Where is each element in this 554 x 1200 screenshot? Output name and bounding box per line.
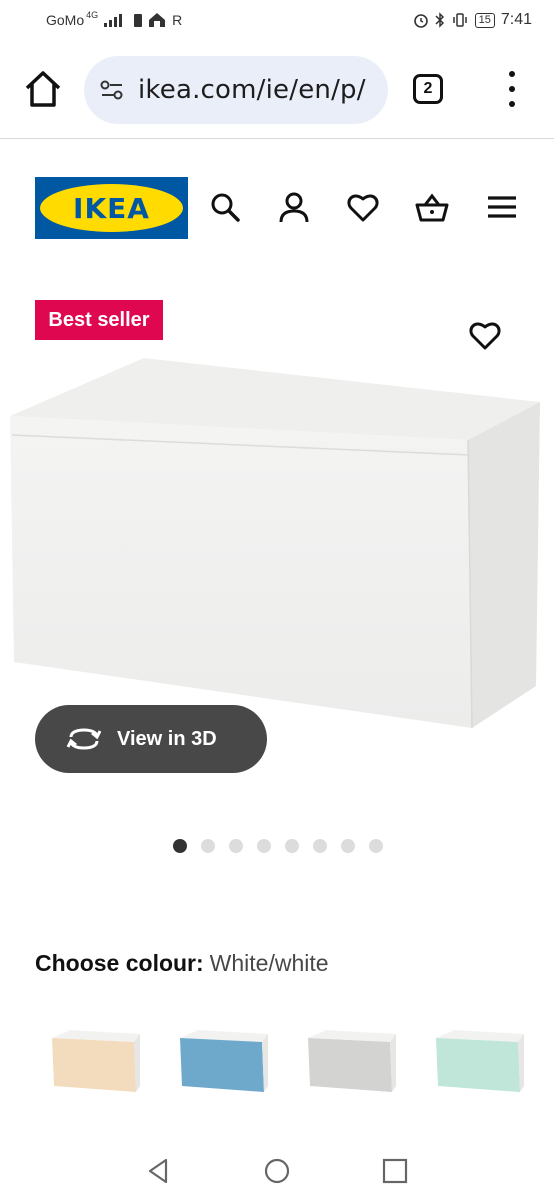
- carousel-dot[interactable]: [341, 839, 355, 853]
- search-icon[interactable]: [208, 190, 242, 224]
- product-image[interactable]: [0, 350, 554, 740]
- back-icon[interactable]: [145, 1157, 173, 1185]
- carrier-name: GoMo: [46, 12, 85, 28]
- clock: 7:41: [500, 11, 532, 28]
- recents-icon[interactable]: [381, 1157, 409, 1185]
- favourites-icon[interactable]: [346, 190, 380, 224]
- colour-swatch[interactable]: [304, 1028, 398, 1098]
- carousel-dot[interactable]: [285, 839, 299, 853]
- ikea-logo[interactable]: IKEA: [35, 177, 188, 239]
- site-settings-icon[interactable]: [98, 76, 126, 104]
- carousel-dot[interactable]: [201, 839, 215, 853]
- browser-toolbar: ikea.com/ie/en/p/ 2: [0, 40, 554, 138]
- tab-switcher-button[interactable]: 2: [413, 74, 443, 104]
- carousel-dot[interactable]: [257, 839, 271, 853]
- vibrate-icon: [452, 13, 467, 27]
- signal-icon: [104, 13, 123, 27]
- carousel-dot[interactable]: [229, 839, 243, 853]
- alarm-icon: [413, 14, 428, 28]
- status-left: GoMo 4G R: [46, 10, 183, 28]
- carousel-dot[interactable]: [173, 839, 187, 853]
- carousel-dot[interactable]: [369, 839, 383, 853]
- best-seller-badge: Best seller: [35, 300, 163, 340]
- sim-icon: [134, 13, 143, 27]
- image-carousel-dots: [173, 839, 383, 853]
- address-bar[interactable]: ikea.com/ie/en/p/: [84, 56, 388, 124]
- rotate-3d-icon: [66, 728, 102, 750]
- home-nav-icon[interactable]: [263, 1157, 291, 1185]
- bluetooth-icon: [435, 12, 444, 28]
- selected-colour-value: White/white: [209, 950, 329, 976]
- basket-icon[interactable]: [415, 190, 449, 224]
- toolbar-divider: [0, 138, 554, 139]
- colour-swatch[interactable]: [432, 1028, 526, 1098]
- menu-icon[interactable]: [485, 190, 519, 224]
- choose-colour-label: Choose colour:: [35, 950, 204, 976]
- browser-menu-icon[interactable]: [500, 71, 524, 107]
- carousel-dot[interactable]: [313, 839, 327, 853]
- view-in-3d-button[interactable]: View in 3D: [35, 705, 267, 773]
- choose-colour-heading: Choose colour: White/white: [35, 950, 329, 977]
- colour-swatch[interactable]: [48, 1028, 142, 1098]
- url-text[interactable]: ikea.com/ie/en/p/: [138, 75, 366, 105]
- colour-swatch[interactable]: [176, 1028, 270, 1098]
- battery-icon: 15: [474, 12, 495, 28]
- logo-text: IKEA: [73, 191, 150, 225]
- roaming-indicator: R: [172, 12, 183, 28]
- status-bar: GoMo 4G R 15 7:41: [0, 0, 554, 40]
- add-to-favourites-icon[interactable]: [468, 318, 502, 352]
- system-nav-bar: [0, 1140, 554, 1200]
- home-network-icon: [149, 13, 166, 27]
- account-icon[interactable]: [277, 190, 311, 224]
- network-type: 4G: [86, 10, 99, 20]
- home-icon[interactable]: [22, 68, 64, 110]
- view-in-3d-label: View in 3D: [117, 727, 217, 750]
- status-right: 15 7:41: [413, 11, 532, 29]
